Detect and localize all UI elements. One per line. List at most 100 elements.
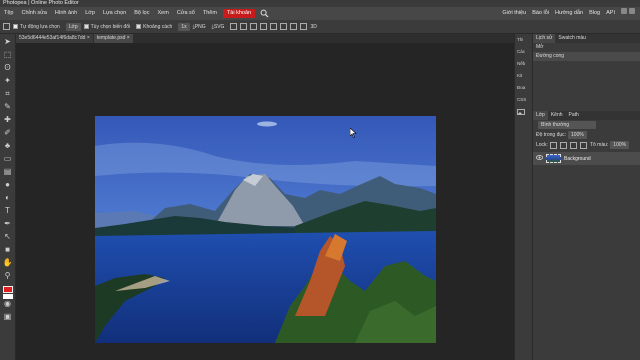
- menu-blog[interactable]: Blog: [586, 7, 603, 20]
- distribute-v-icon[interactable]: [300, 23, 308, 30]
- tab-layers[interactable]: Lớp: [533, 111, 548, 120]
- checkbox-icon: [13, 24, 18, 29]
- menu-report-bug[interactable]: Báo lỗi: [529, 7, 552, 20]
- opacity-input[interactable]: 100%: [568, 131, 587, 139]
- export-png-button[interactable]: ⤓ PNG: [193, 24, 206, 30]
- panel-collapse-bar: Thi Các Nếb Kit Đoa CSS: [514, 34, 532, 360]
- fill-label: Tô màu:: [589, 142, 609, 148]
- mini-panel-info[interactable]: Thi: [515, 34, 532, 46]
- screen-mode-icon[interactable]: ▣: [3, 312, 13, 322]
- move-tool-icon: [3, 23, 10, 30]
- zoom-dropdown[interactable]: 1x: [178, 22, 190, 31]
- layers-panel-tabs: Lớp Kênh Path: [533, 111, 640, 120]
- transform-checkbox[interactable]: Tùy chọn biến đổi: [83, 24, 130, 30]
- menu-layer[interactable]: Lớp: [81, 7, 99, 20]
- mini-panel-css[interactable]: CSS: [515, 94, 532, 106]
- brush-tool-icon[interactable]: ✐: [3, 128, 13, 138]
- pen-tool-icon[interactable]: ✒: [3, 219, 13, 229]
- export-svg-button[interactable]: ⤓ SVG: [212, 24, 225, 30]
- align-middle-icon[interactable]: [270, 23, 278, 30]
- mouse-cursor-icon: [349, 127, 357, 140]
- zoom-tool-icon[interactable]: ⚲: [3, 271, 13, 281]
- layer-row[interactable]: Background: [533, 152, 640, 165]
- tab-document-template[interactable]: template.psd ×: [93, 34, 133, 43]
- type-tool-icon[interactable]: T: [3, 206, 13, 216]
- checkbox-icon: [83, 24, 89, 29]
- align-bottom-icon[interactable]: [280, 23, 288, 30]
- blend-mode-select[interactable]: Bình thường: [538, 121, 596, 129]
- move-tool-icon[interactable]: ➤: [3, 37, 13, 47]
- magic-wand-icon[interactable]: ✦: [3, 76, 13, 86]
- tab-paths[interactable]: Path: [566, 111, 582, 120]
- menu-filter[interactable]: Bộ lọc: [130, 7, 153, 20]
- lock-transparency-icon[interactable]: [549, 141, 557, 149]
- eye-icon[interactable]: [535, 155, 544, 162]
- menu-view[interactable]: Xem: [154, 7, 173, 20]
- layer-select-dropdown[interactable]: Lớp: [65, 22, 81, 31]
- dodge-tool-icon[interactable]: ◐: [3, 193, 13, 203]
- search-icon[interactable]: [260, 9, 269, 18]
- align-center-icon[interactable]: [240, 23, 248, 30]
- hand-tool-icon[interactable]: ✋: [3, 258, 13, 268]
- eraser-icon[interactable]: ▭: [3, 154, 13, 164]
- distribute-icon[interactable]: [290, 23, 298, 30]
- distances-checkbox[interactable]: Khoảng cách: [136, 24, 172, 30]
- menu-edit[interactable]: Chỉnh sửa: [17, 7, 50, 20]
- menu-bar: Tệp Chỉnh sửa Hình ảnh Lớp Lựa chọn Bộ l…: [0, 7, 640, 20]
- menu-select[interactable]: Lựa chọn: [99, 7, 130, 20]
- gradient-icon[interactable]: ▤: [3, 167, 13, 177]
- lock-move-icon[interactable]: [569, 141, 577, 149]
- checkbox-icon: [136, 24, 142, 29]
- healing-brush-icon[interactable]: ✚: [3, 115, 13, 125]
- mini-panel-character[interactable]: Kit: [515, 70, 532, 82]
- document-tabs: 53e5d6444e53af14f6da8c7dd × template.psd…: [16, 34, 514, 43]
- landscape-image: [95, 116, 436, 343]
- tools-panel: ➤ ⬚ ʘ ✦ ⌗ ✎ ✚ ✐ ♣ ▭ ▤ ● ◐ T ✒ ↖ ■ ✋ ⚲ ◉ …: [0, 34, 16, 360]
- lock-brush-icon[interactable]: [559, 141, 567, 149]
- mini-panel-paragraph[interactable]: Đoa: [515, 82, 532, 94]
- fill-input[interactable]: 100%: [610, 141, 630, 149]
- history-item[interactable]: Mở: [533, 43, 640, 52]
- layer-thumbnail: [546, 154, 561, 163]
- tab-document-1[interactable]: 53e5d6444e53af14f6da8c7dd ×: [16, 34, 93, 43]
- blur-tool-icon[interactable]: ●: [3, 180, 13, 190]
- crop-tool-icon[interactable]: ⌗: [3, 89, 13, 99]
- quick-mask-icon[interactable]: ◉: [3, 299, 13, 309]
- history-item[interactable]: Đường cong: [533, 52, 640, 61]
- layers-panel: Lớp Kênh Path Bình thường Độ trong đục: …: [533, 111, 640, 165]
- layer-name: Background: [564, 155, 591, 162]
- eyedropper-icon[interactable]: ✎: [3, 102, 13, 112]
- menu-tutorial[interactable]: Hướng dẫn: [552, 7, 586, 20]
- image-icon[interactable]: [515, 106, 532, 118]
- mini-panel-brushes[interactable]: Nếb: [515, 58, 532, 70]
- align-left-icon[interactable]: [230, 23, 238, 30]
- align-top-icon[interactable]: [260, 23, 268, 30]
- menu-api[interactable]: API: [603, 7, 618, 20]
- shape-tool-icon[interactable]: ■: [3, 245, 13, 255]
- canvas-area[interactable]: [16, 43, 514, 360]
- menu-about[interactable]: Giới thiệu: [499, 7, 529, 20]
- tab-channels[interactable]: Kênh: [548, 111, 566, 120]
- foreground-color-swatch[interactable]: [2, 286, 13, 293]
- menu-account[interactable]: Tài khoản: [222, 9, 256, 18]
- mode-3d-button[interactable]: 3D: [310, 24, 316, 30]
- tab-swatches[interactable]: Swatch màu: [555, 34, 589, 43]
- path-select-icon[interactable]: ↖: [3, 232, 13, 242]
- tab-history[interactable]: Lịch sử: [533, 34, 556, 43]
- menu-image[interactable]: Hình ảnh: [51, 7, 81, 20]
- document-image[interactable]: [95, 116, 436, 343]
- right-panels: Lịch sử Swatch màu Mở Đường cong Lớp Kên…: [532, 34, 640, 360]
- options-bar: Tự động lựa chọn Lớp Tùy chọn biến đổi K…: [0, 20, 640, 34]
- marquee-tool-icon[interactable]: ⬚: [3, 50, 13, 60]
- social-icons[interactable]: [618, 7, 638, 21]
- lock-all-icon[interactable]: [579, 141, 587, 149]
- menu-window[interactable]: Cửa sổ: [173, 7, 199, 20]
- clone-stamp-icon[interactable]: ♣: [3, 141, 13, 151]
- align-right-icon[interactable]: [250, 23, 258, 30]
- menu-file[interactable]: Tệp: [0, 7, 17, 20]
- menu-more[interactable]: Thêm: [199, 7, 221, 20]
- auto-select-checkbox[interactable]: Tự động lựa chọn: [13, 24, 60, 30]
- lock-label: Lock:: [536, 142, 548, 148]
- lasso-tool-icon[interactable]: ʘ: [3, 63, 13, 73]
- mini-panel-properties[interactable]: Các: [515, 46, 532, 58]
